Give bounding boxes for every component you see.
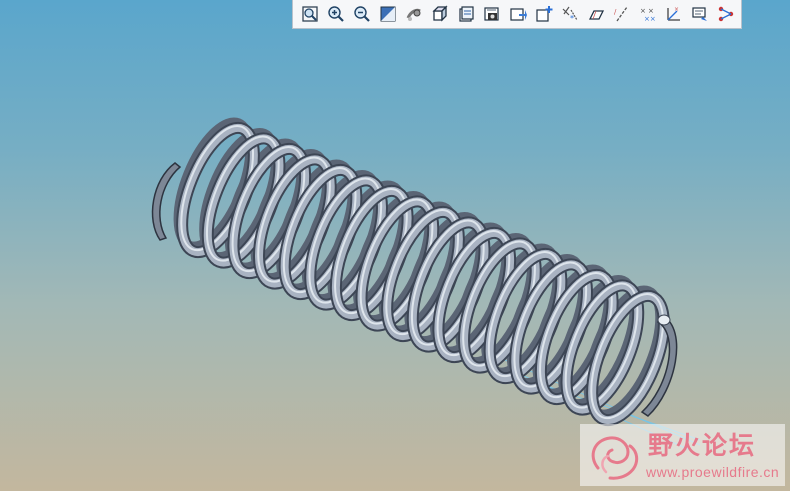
toolbar-button-datum-planes-alt[interactable] <box>583 2 609 26</box>
svg-text:/: / <box>614 8 617 16</box>
toolbar-button-view-manager[interactable] <box>479 2 505 26</box>
toolbar-button-repaint[interactable] <box>375 2 401 26</box>
toolbar-button-note-display[interactable] <box>687 2 713 26</box>
forum-watermark: 野火论坛 www.proewildfire.cn <box>580 424 785 486</box>
view-toolbar: * / × × ×× × <box>292 0 742 29</box>
toolbar-button-coordinate-systems[interactable]: × <box>661 2 687 26</box>
datum-axes-icon: / <box>614 6 628 22</box>
datum-planes-alt-icon <box>588 10 605 20</box>
watermark-title: 野火论坛 <box>648 431 757 460</box>
toolbar-button-refit[interactable] <box>297 2 323 26</box>
svg-text:*: * <box>570 14 574 23</box>
repaint-icon <box>380 6 396 22</box>
svg-text:×: × <box>640 7 646 15</box>
toolbar-button-saved-orientations[interactable] <box>453 2 479 26</box>
refit-icon <box>302 6 318 22</box>
network-icon <box>718 6 734 22</box>
svg-text:××: ×× <box>644 15 656 23</box>
toolbar-button-spin-center[interactable] <box>401 2 427 26</box>
graphics-viewport[interactable]: * / × × ×× × 野火论坛 www.proewildfire.cn <box>0 0 790 491</box>
saved-orientations-icon <box>459 6 474 22</box>
annotation-display-icon <box>536 6 553 22</box>
spring-model[interactable] <box>0 0 790 491</box>
svg-text:×: × <box>648 7 654 15</box>
appearance-icon <box>510 8 527 21</box>
zoom-in-icon <box>328 6 344 22</box>
spring-end-face <box>657 314 671 326</box>
datum-planes-icon: * <box>562 6 578 23</box>
toolbar-button-display-style[interactable] <box>427 2 453 26</box>
coordinate-systems-icon: × <box>667 6 680 21</box>
note-display-icon <box>692 7 707 21</box>
toolbar-button-datum-planes[interactable]: * <box>557 2 583 26</box>
toolbar-button-appearance[interactable] <box>505 2 531 26</box>
toolbar-button-annotation-display[interactable] <box>531 2 557 26</box>
toolbar-button-datum-axes[interactable]: / <box>609 2 635 26</box>
toolbar-button-zoom-in[interactable] <box>323 2 349 26</box>
display-style-icon <box>432 5 448 22</box>
zoom-out-icon <box>354 6 370 22</box>
toolbar-button-zoom-out[interactable] <box>349 2 375 26</box>
flame-logo-icon <box>591 436 639 480</box>
datum-points-icon: × ××× <box>640 7 656 23</box>
spin-center-icon <box>406 8 421 21</box>
svg-text:×: × <box>674 6 679 13</box>
view-manager-icon <box>484 7 499 21</box>
toolbar-button-datum-points[interactable]: × × ×× <box>635 2 661 26</box>
toolbar-button-network[interactable] <box>713 2 739 26</box>
watermark-url: www.proewildfire.cn <box>646 464 780 480</box>
